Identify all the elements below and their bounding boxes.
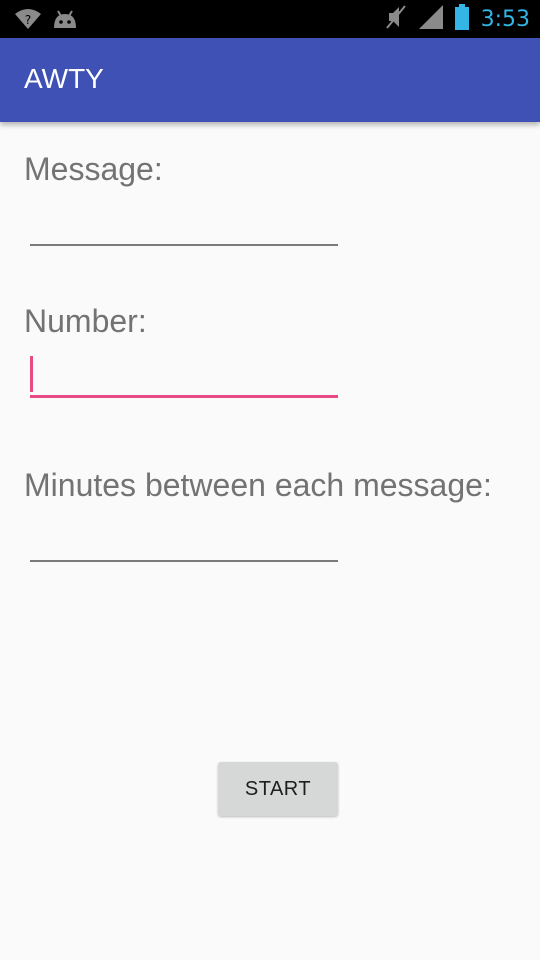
mute-icon	[385, 4, 407, 35]
number-field[interactable]	[30, 354, 338, 398]
status-time: 3:53	[480, 6, 530, 32]
message-field[interactable]	[30, 202, 338, 246]
number-label: Number:	[24, 303, 147, 339]
status-bar: ? 3:53	[0, 0, 540, 38]
app-bar: AWTY	[0, 38, 540, 122]
minutes-label: Minutes between each message:	[24, 467, 492, 503]
wifi-question-icon: ?	[14, 8, 42, 35]
message-label: Message:	[24, 151, 163, 187]
start-button[interactable]: START	[218, 762, 338, 816]
battery-icon	[454, 4, 469, 35]
minutes-field[interactable]	[30, 518, 338, 562]
status-icons-left: ?	[14, 8, 78, 35]
svg-text:?: ?	[25, 13, 31, 27]
text-cursor	[30, 356, 33, 392]
android-debug-icon	[52, 8, 78, 35]
status-icons-right: 3:53	[385, 4, 530, 35]
signal-icon	[418, 5, 443, 34]
app-title: AWTY	[24, 63, 104, 94]
